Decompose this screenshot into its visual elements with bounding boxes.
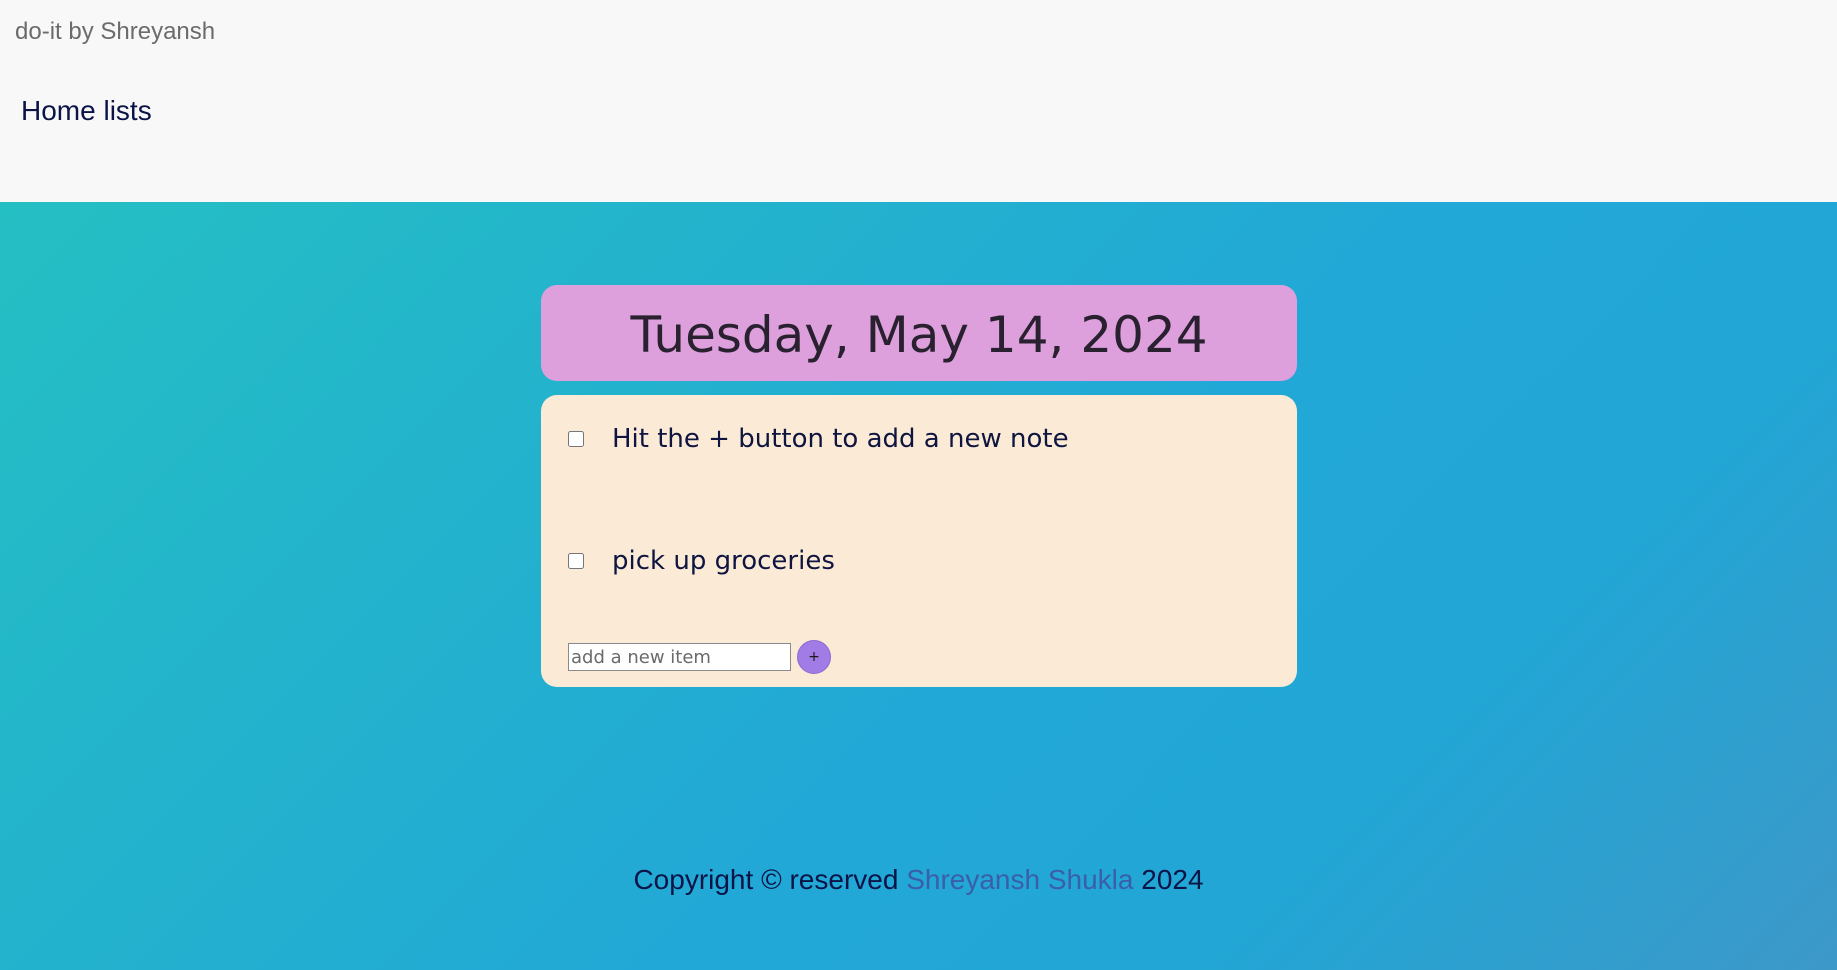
footer: Copyright © reserved Shreyansh Shukla 20… [0,864,1837,896]
item-checkbox[interactable] [568,431,584,447]
todo-list-card: Hit the + button to add a new note pick … [541,395,1297,687]
item-label: pick up groceries [612,546,835,576]
add-item-form: + [568,640,831,674]
item-label: Hit the + button to add a new note [612,424,1069,454]
copyright-year: 2024 [1141,864,1204,895]
date-heading: Tuesday, May 14, 2024 [630,306,1208,364]
date-card: Tuesday, May 14, 2024 [541,285,1297,381]
list-item: Hit the + button to add a new note [568,421,1069,457]
nav-home-lists[interactable]: Home lists [21,95,152,127]
owner-link[interactable]: Shreyansh Shukla [906,864,1133,895]
copyright-text: Copyright © reserved [633,864,899,895]
brand-link[interactable]: do-it by Shreyansh [15,18,215,46]
main-content: Tuesday, May 14, 2024 Hit the + button t… [0,202,1837,970]
app-header: do-it by Shreyansh Home lists [0,0,1837,202]
item-checkbox[interactable] [568,553,584,569]
new-item-input[interactable] [568,643,791,671]
add-item-button[interactable]: + [797,640,831,674]
list-item: pick up groceries [568,543,835,579]
